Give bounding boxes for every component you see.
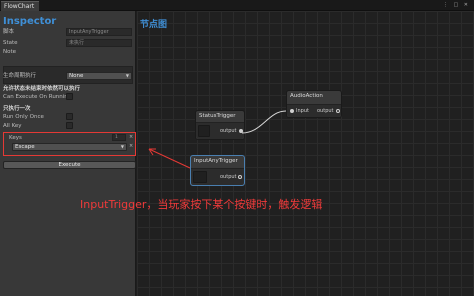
node-body: output [196, 122, 244, 139]
can-exec-label: Can Execute On Running [3, 94, 72, 100]
note-label: Note [3, 49, 17, 55]
can-exec-checkbox[interactable] [66, 93, 73, 100]
all-key-checkbox[interactable] [66, 122, 73, 129]
execute-button[interactable]: Execute [3, 161, 136, 169]
node-slot [193, 171, 207, 183]
tab-flowchart[interactable]: FlowChart [1, 1, 39, 11]
node-title: AudioAction [290, 93, 323, 99]
chevron-down-icon: ▼ [120, 144, 124, 149]
node-body: output [191, 168, 244, 185]
node-title: StatusTrigger [199, 113, 236, 119]
run-once-checkbox[interactable] [66, 113, 73, 120]
node-input-any-trigger[interactable]: InputAnyTrigger output [190, 155, 245, 186]
output-port-label: output [220, 128, 237, 134]
state-field: 未执行 [66, 39, 132, 47]
key-dropdown[interactable]: Escape ▼ [12, 143, 127, 151]
output-port-icon[interactable] [239, 129, 243, 133]
input-port-icon[interactable] [290, 109, 294, 113]
output-port-icon[interactable] [336, 109, 340, 113]
all-key-label: All Key [3, 123, 22, 129]
delete-key-icon[interactable]: × [129, 143, 133, 149]
state-label: State [3, 40, 18, 46]
name-label: 脚本 [3, 29, 15, 35]
annotation-text: InputTrigger，当玩家按下某个按键时，触发逻辑 [80, 198, 323, 211]
node-audio-action[interactable]: AudioAction Input output [286, 90, 342, 118]
node-status-trigger[interactable]: StatusTrigger output [195, 110, 245, 140]
lifecycle-value: None [69, 73, 84, 79]
key-value: Escape [15, 144, 35, 150]
node-slot [198, 125, 210, 137]
node-title: InputAnyTrigger [194, 158, 238, 164]
output-port-icon[interactable] [238, 175, 242, 179]
inspector-panel: Inspector 脚本 InputAnyTrigger State 未执行 N… [0, 11, 136, 296]
node-graph[interactable]: 节点图 AudioAction Input output StatusTrigg… [137, 11, 474, 296]
name-field[interactable]: InputAnyTrigger [66, 28, 132, 36]
inspector-title: Inspector [3, 16, 57, 27]
title-bar: FlowChart ⋮ □ ✕ [0, 0, 474, 11]
keys-count[interactable]: 1 [112, 134, 126, 141]
window-controls[interactable]: ⋮ □ ✕ [443, 2, 470, 8]
lifecycle-label: 生命周期执行 [3, 73, 37, 79]
run-once-header: 只执行一次 [3, 106, 31, 112]
node-body: Input output [287, 104, 341, 117]
allow-exec-header: 允许状态未结束时依然可以执行 [3, 86, 81, 92]
input-port-label: Input [296, 108, 309, 114]
keys-list-highlight: Keys 1 × Escape ▼ × [3, 132, 136, 156]
remove-key-icon[interactable]: × [129, 134, 133, 140]
graph-title: 节点图 [140, 20, 168, 30]
chevron-down-icon: ▼ [125, 73, 129, 78]
keys-label: Keys [9, 135, 22, 141]
lifecycle-dropdown[interactable]: None ▼ [66, 72, 132, 80]
output-port-label: output [220, 174, 237, 180]
run-once-label: Run Only Once [3, 114, 44, 120]
output-port-label: output [317, 108, 334, 114]
